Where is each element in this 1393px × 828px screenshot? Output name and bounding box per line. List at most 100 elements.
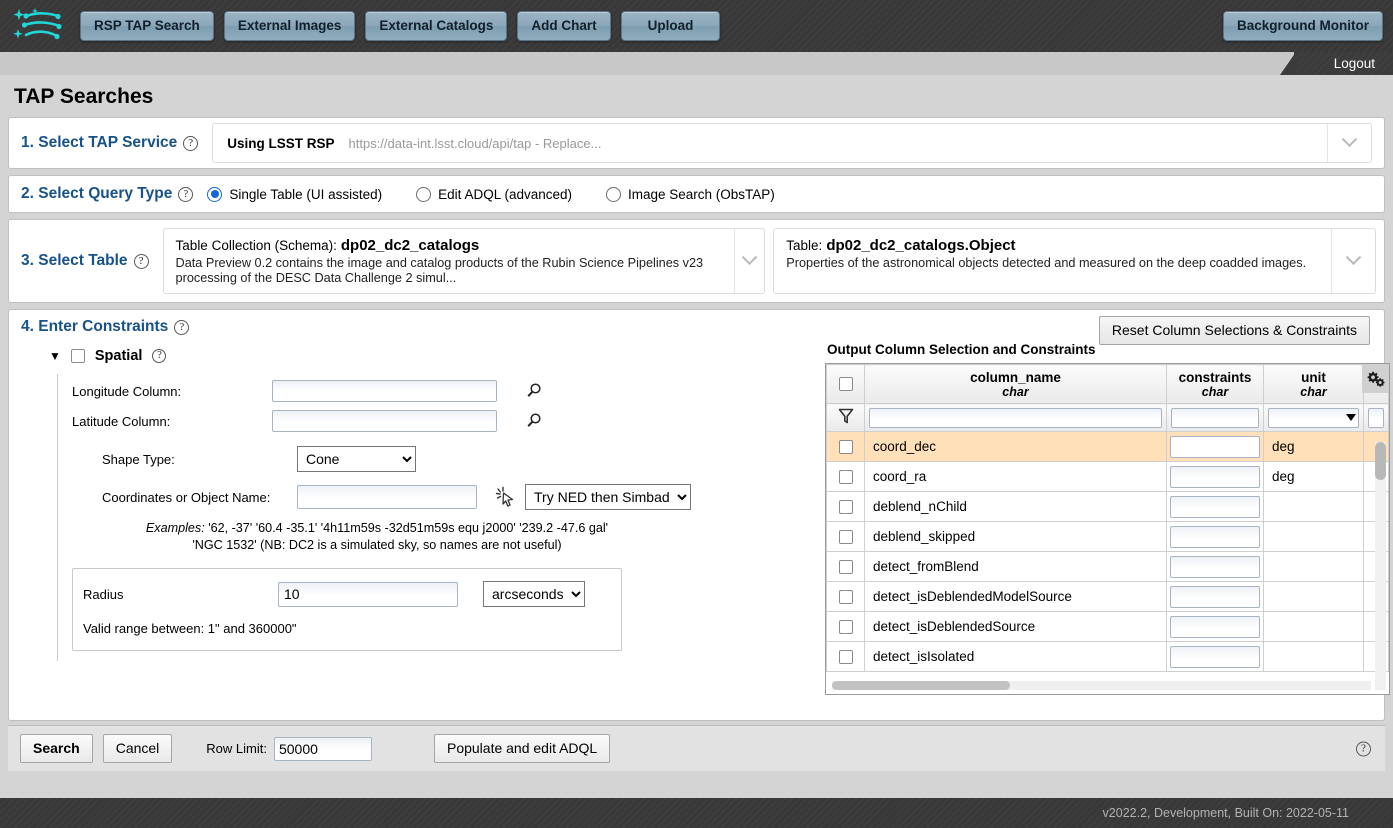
table-row[interactable]: detect_isDeblendedSource: [826, 611, 1389, 642]
radio-image-search[interactable]: Image Search (ObsTAP): [606, 186, 775, 202]
row-select-checkbox[interactable]: [838, 650, 853, 665]
latitude-column-input[interactable]: [272, 410, 497, 432]
table-value: dp02_dc2_catalogs.Object: [826, 237, 1016, 254]
constraint-input[interactable]: [1170, 645, 1260, 668]
shape-type-label: Shape Type:: [102, 451, 175, 467]
help-icon-bottom[interactable]: ?: [1356, 741, 1371, 756]
row-select-checkbox[interactable]: [838, 440, 853, 455]
radio-icon-single-table[interactable]: [207, 186, 223, 202]
search-button[interactable]: Search: [20, 734, 93, 763]
constraint-input[interactable]: [1170, 435, 1260, 458]
constraint-input[interactable]: [1170, 585, 1260, 608]
radius-unit-select[interactable]: arcsecondsarcminutesdegrees: [483, 581, 585, 607]
radio-icon-edit-adql[interactable]: [416, 186, 432, 202]
row-select-checkbox[interactable]: [838, 530, 853, 545]
table-row[interactable]: deblend_skipped: [826, 521, 1389, 552]
step2-select-query-type: 2. Select Query Type ? Single Table (UI …: [8, 175, 1385, 213]
schema-select[interactable]: Table Collection (Schema): dp02_dc2_catal…: [162, 228, 766, 294]
filter-input-column-name[interactable]: [869, 407, 1162, 428]
background-monitor-button[interactable]: Background Monitor: [1223, 11, 1383, 41]
select-all-checkbox[interactable]: [838, 377, 853, 391]
filter-input-constraints[interactable]: [1171, 407, 1259, 428]
row-select-checkbox[interactable]: [838, 470, 853, 485]
reset-columns-button[interactable]: Reset Column Selections & Constraints: [1098, 316, 1370, 345]
header-unit-type: char: [1300, 385, 1327, 399]
constraint-input[interactable]: [1170, 465, 1260, 488]
schema-dropdown-toggle[interactable]: [734, 229, 764, 293]
cell-constraints: [1166, 431, 1264, 462]
latitude-search-icon[interactable]: [525, 412, 543, 430]
filter-icon-cell[interactable]: [826, 403, 865, 432]
tap-service-dropdown-toggle[interactable]: [1327, 124, 1371, 162]
rubin-firefly-logo[interactable]: [10, 4, 68, 48]
table-settings-button[interactable]: [1362, 365, 1388, 393]
constraint-input[interactable]: [1170, 525, 1260, 548]
table-horizontal-scrollbar[interactable]: [832, 681, 1371, 690]
table-row[interactable]: coord_ra deg: [826, 461, 1389, 492]
nav-button-upload[interactable]: Upload: [620, 11, 721, 41]
logout-button[interactable]: Logout: [1279, 52, 1393, 75]
shape-type-select[interactable]: ConeElliptical ConeBoxPolygonMulti Objec…: [297, 446, 416, 472]
row-select-checkbox[interactable]: [838, 500, 853, 515]
row-select-checkbox[interactable]: [838, 620, 853, 635]
tap-service-select[interactable]: Using LSST RSP https://data-int.lsst.clo…: [212, 123, 1372, 163]
table-row[interactable]: detect_fromBlend: [826, 551, 1389, 582]
help-icon-step1[interactable]: ?: [183, 135, 199, 151]
nav-button-external-catalogs[interactable]: External Catalogs: [365, 11, 508, 41]
table-row[interactable]: detect_isDeblendedModelSource: [826, 581, 1389, 612]
table-row[interactable]: coord_dec deg: [826, 431, 1389, 462]
populate-adql-button[interactable]: Populate and edit ADQL: [433, 734, 611, 763]
cancel-button[interactable]: Cancel: [102, 734, 173, 763]
spatial-header: ▼ Spatial ?: [21, 348, 821, 364]
radius-valid-range: Valid range between: 1" and 360000": [83, 621, 297, 636]
coordinates-input[interactable]: [297, 485, 477, 509]
table-horizontal-scroll-thumb[interactable]: [832, 681, 1010, 690]
radio-single-table[interactable]: Single Table (UI assisted): [207, 186, 382, 202]
caret-down-icon[interactable]: [1346, 413, 1356, 421]
table-row[interactable]: detect_isIsolated: [826, 641, 1389, 672]
help-icon-step2[interactable]: ?: [178, 186, 194, 202]
table-vertical-scroll-thumb[interactable]: [1375, 442, 1386, 480]
longitude-column-input[interactable]: [272, 380, 497, 402]
radius-input[interactable]: [278, 581, 458, 607]
longitude-row: Longitude Column:: [72, 380, 821, 402]
name-resolver-select[interactable]: Try NED then SimbadTry Simbad then NEDNE…: [525, 484, 691, 510]
table-dropdown-toggle[interactable]: [1331, 229, 1375, 293]
nav-button-add-chart[interactable]: Add Chart: [517, 11, 611, 41]
help-icon-spatial[interactable]: ?: [152, 349, 167, 363]
expand-collapse-triangle-icon[interactable]: ▼: [49, 349, 61, 363]
constraint-input[interactable]: [1170, 615, 1260, 638]
table-vertical-scrollbar[interactable]: [1375, 442, 1386, 690]
table-prefix: Table:: [786, 238, 823, 253]
row-select-cell: [826, 641, 865, 672]
filter-unit-wrap: [1268, 407, 1359, 428]
spatial-enable-checkbox[interactable]: [70, 349, 85, 363]
longitude-search-icon[interactable]: [525, 382, 543, 400]
cell-constraints: [1166, 581, 1264, 612]
header-constraints-title: constraints: [1178, 370, 1252, 385]
nav-button-rsp-tap-search[interactable]: RSP TAP Search: [80, 11, 214, 41]
row-select-checkbox[interactable]: [838, 560, 853, 575]
radio-icon-image-search[interactable]: [606, 186, 621, 202]
help-icon-step4[interactable]: ?: [174, 319, 190, 335]
row-select-checkbox[interactable]: [838, 590, 853, 605]
step1-label: 1. Select TAP Service: [21, 134, 178, 151]
radio-edit-adql[interactable]: Edit ADQL (advanced): [416, 186, 572, 202]
row-select-cell: [826, 521, 865, 552]
nav-button-external-images[interactable]: External Images: [223, 11, 356, 41]
constraint-input[interactable]: [1170, 495, 1260, 518]
row-limit-input[interactable]: [273, 736, 372, 761]
header-unit[interactable]: unit char: [1263, 364, 1364, 404]
help-icon-step3[interactable]: ?: [133, 253, 149, 269]
step2-label-group: 2. Select Query Type ?: [9, 185, 207, 203]
shape-type-row: Shape Type: ConeElliptical ConeBoxPolygo…: [72, 446, 821, 472]
latitude-row: Latitude Column:: [72, 410, 821, 432]
click-to-select-target-icon[interactable]: [495, 486, 517, 508]
filter-input-overflow[interactable]: [1368, 407, 1384, 428]
table-select[interactable]: Table: dp02_dc2_catalogs.Object Propertie…: [773, 228, 1377, 294]
constraint-input[interactable]: [1170, 555, 1260, 578]
table-row[interactable]: deblend_nChild: [826, 491, 1389, 522]
header-unit-title: unit: [1301, 370, 1326, 385]
header-constraints[interactable]: constraints char: [1166, 364, 1264, 404]
header-column-name[interactable]: column_name char: [864, 364, 1167, 404]
